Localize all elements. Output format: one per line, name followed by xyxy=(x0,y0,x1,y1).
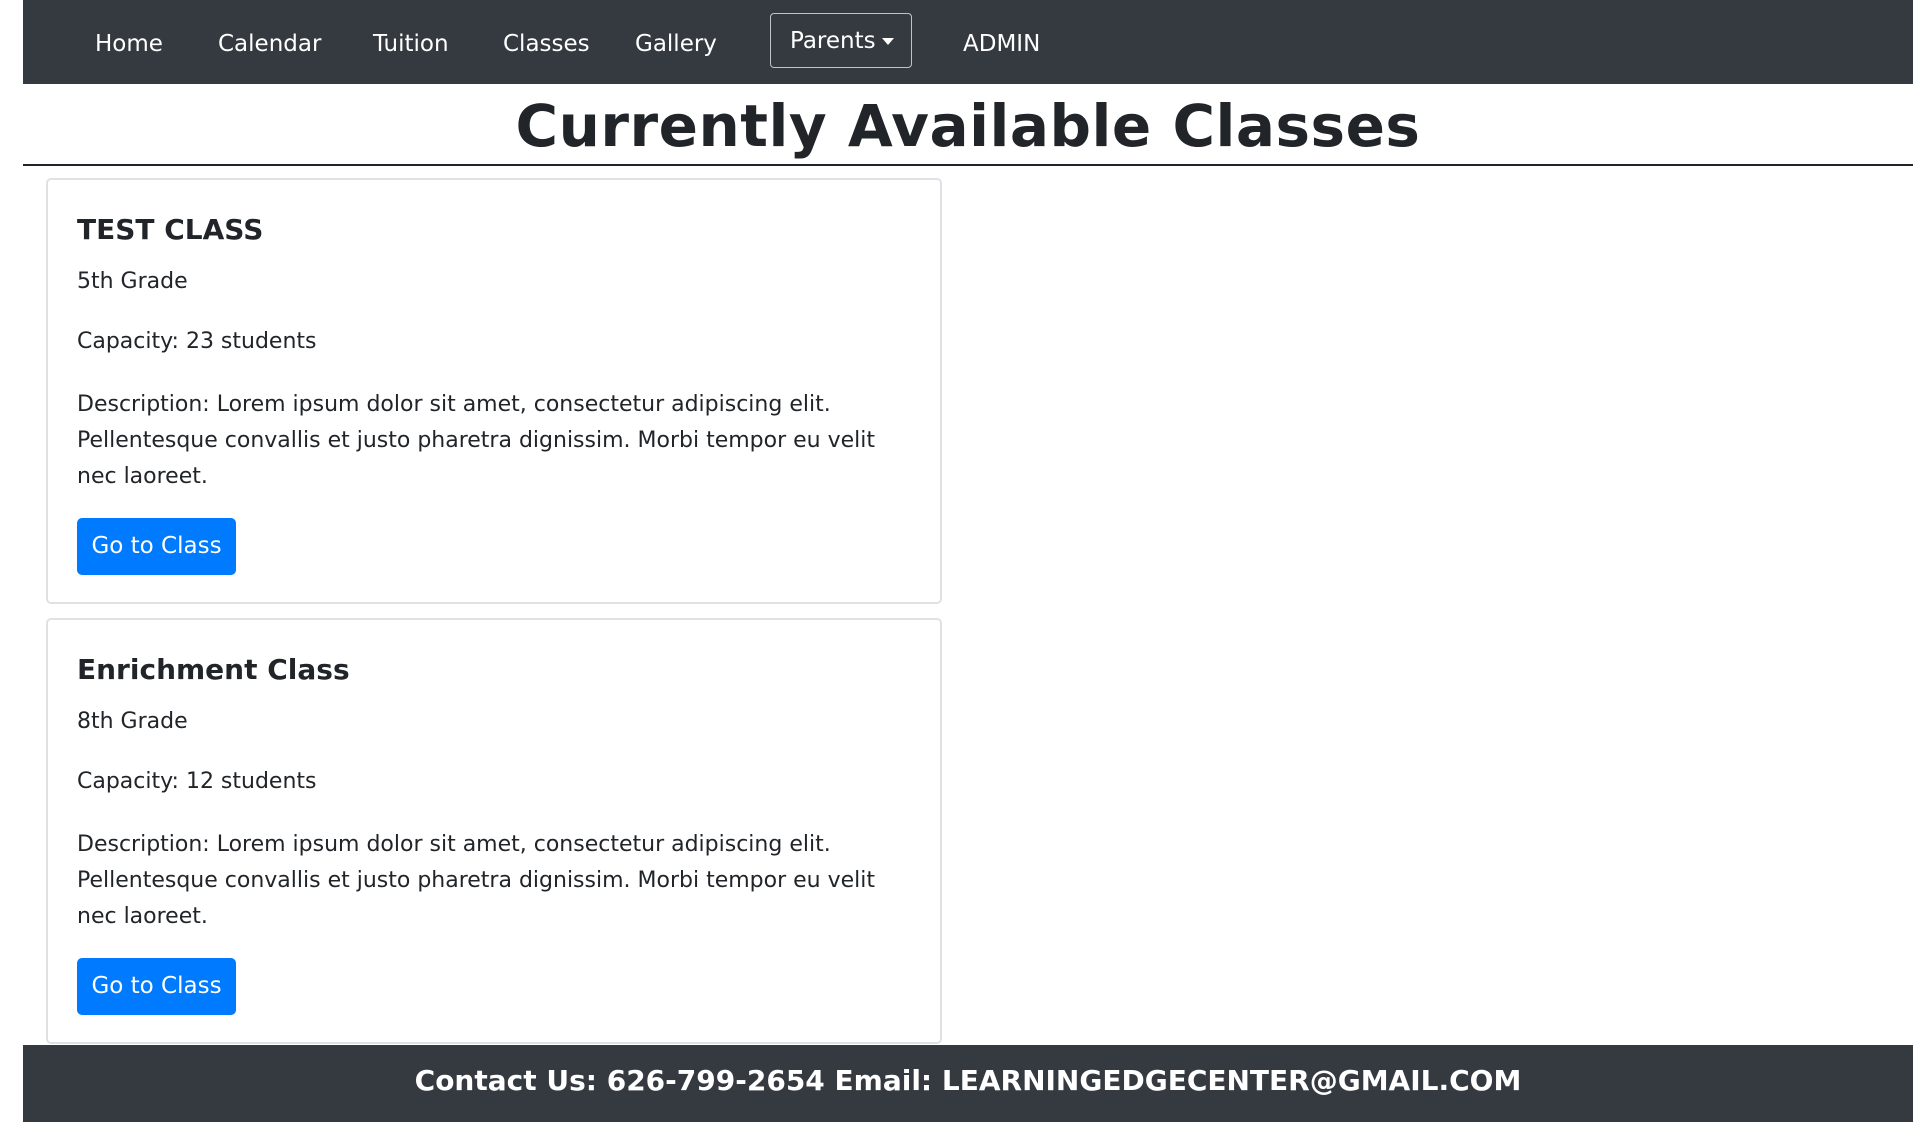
caret-down-icon xyxy=(882,38,894,45)
class-description: Description: Lorem ipsum dolor sit amet,… xyxy=(77,832,875,929)
nav-home-link[interactable]: Home xyxy=(95,0,163,84)
class-title: TEST CLASS xyxy=(77,213,264,246)
class-grade: 8th Grade xyxy=(77,709,188,734)
go-to-class-button[interactable]: Go to Class xyxy=(77,958,236,1015)
top-navbar: Home Calendar Tuition Classes Gallery Pa… xyxy=(23,0,1913,84)
go-to-class-button[interactable]: Go to Class xyxy=(77,518,236,575)
nav-parents-dropdown[interactable]: Parents xyxy=(770,13,912,68)
class-capacity: Capacity: 12 students xyxy=(77,769,317,794)
nav-admin-link[interactable]: ADMIN xyxy=(963,0,1040,84)
class-grade: 5th Grade xyxy=(77,269,188,294)
nav-gallery-link[interactable]: Gallery xyxy=(635,0,717,84)
nav-calendar-link[interactable]: Calendar xyxy=(218,0,321,84)
parents-dropdown-label: Parents xyxy=(790,28,876,54)
nav-tuition-link[interactable]: Tuition xyxy=(373,0,449,84)
class-title: Enrichment Class xyxy=(77,653,350,686)
footer-contact-bar: Contact Us: 626-799-2654 Email: LEARNING… xyxy=(23,1045,1913,1122)
class-capacity: Capacity: 23 students xyxy=(77,329,317,354)
class-card: Enrichment Class 8th Grade Capacity: 12 … xyxy=(46,618,942,1044)
page-title: Currently Available Classes xyxy=(23,84,1913,166)
page-frame: Home Calendar Tuition Classes Gallery Pa… xyxy=(23,0,1913,1122)
class-description: Description: Lorem ipsum dolor sit amet,… xyxy=(77,392,875,489)
nav-classes-link[interactable]: Classes xyxy=(503,0,590,84)
class-card: TEST CLASS 5th Grade Capacity: 23 studen… xyxy=(46,178,942,604)
footer-contact-text: Contact Us: 626-799-2654 Email: LEARNING… xyxy=(414,1064,1522,1097)
